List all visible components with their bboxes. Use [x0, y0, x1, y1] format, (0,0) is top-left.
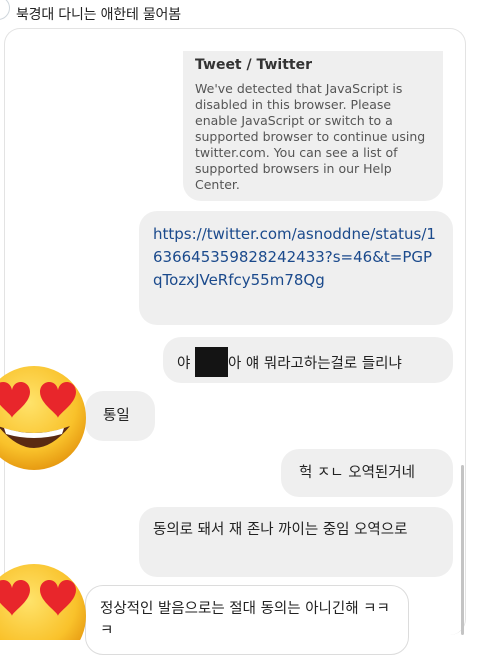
sent-message-link[interactable]: https://twitter.com/asnoddne/status/1636…: [139, 211, 453, 325]
chat-header: 북경대 다니는 애한테 물어봄: [0, 0, 480, 30]
message-text-prefix: 야: [177, 356, 195, 372]
message-text: 정상적인 발음으로는 절대 동의는 아니긴해 ㅋㅋㅋ: [100, 601, 390, 639]
heart-eyes-emoji-icon: [0, 560, 98, 640]
message-text: 통일: [103, 408, 130, 424]
censor-bar: [194, 347, 228, 377]
link-preview-title: Tweet / Twitter: [195, 57, 313, 73]
link-preview-body: We've detected that JavaScript is disabl…: [195, 81, 426, 192]
sent-message[interactable]: 야 아 얘 뭐라고하는걸로 들리냐: [163, 337, 453, 383]
scrollbar[interactable]: [461, 465, 464, 635]
message-text: 동의로 돼서 재 존나 까이는 중임 오역으로: [153, 522, 408, 538]
avatar[interactable]: [0, 0, 10, 20]
sent-message[interactable]: 헉 ㅈㄴ 오역된거네: [281, 449, 453, 497]
received-message[interactable]: 정상적인 발음으로는 절대 동의는 아니긴해 ㅋㅋㅋ: [85, 585, 409, 655]
chat-thread[interactable]: Tweet / Twitter We've detected that Java…: [4, 28, 466, 655]
heart-eyes-emoji-icon: [0, 362, 98, 472]
message-text: 헉 ㅈㄴ 오역된거네: [299, 465, 415, 481]
sent-message[interactable]: 동의로 돼서 재 존나 까이는 중임 오역으로: [139, 507, 453, 577]
chat-title: 북경대 다니는 애한테 물어봄: [16, 7, 181, 23]
link-preview-card[interactable]: Tweet / Twitter We've detected that Java…: [183, 51, 443, 201]
shared-link[interactable]: https://twitter.com/asnoddne/status/1636…: [153, 223, 439, 292]
message-text-suffix: 아 얘 뭐라고하는걸로 들리냐: [227, 356, 402, 372]
